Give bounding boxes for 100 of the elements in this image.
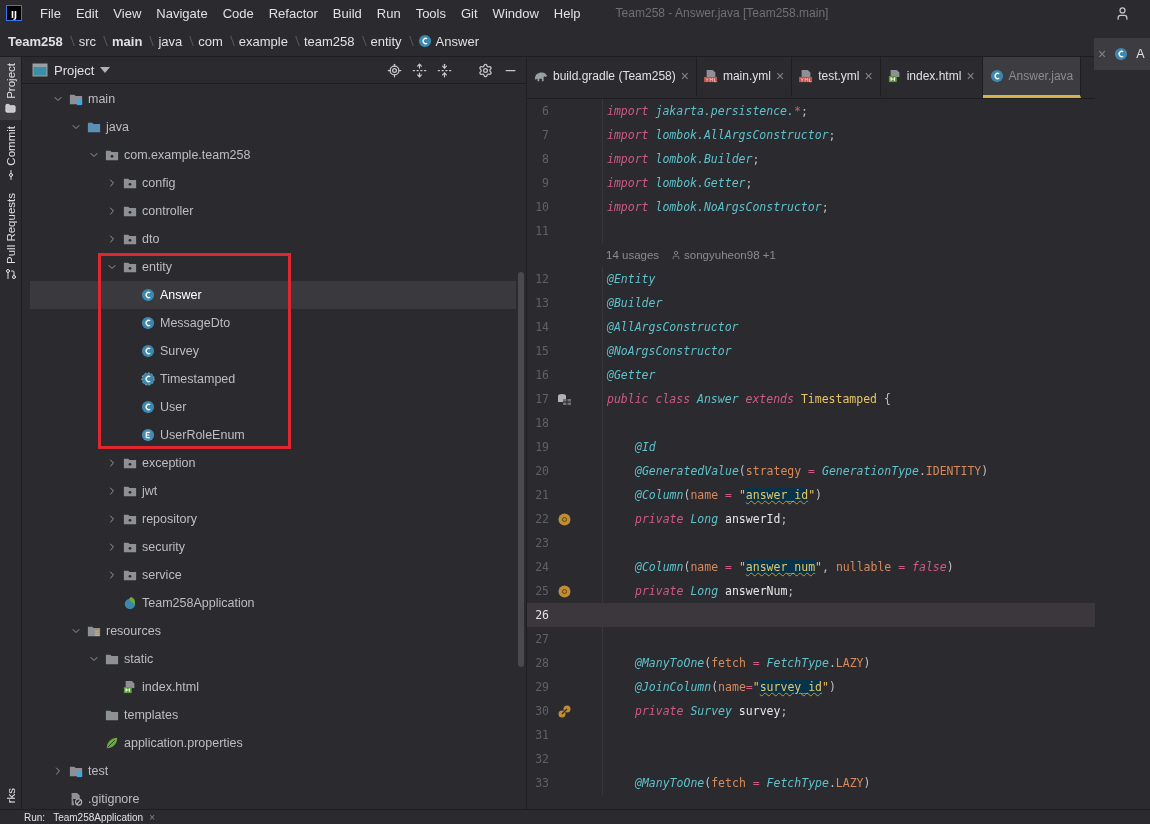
menu-item[interactable]: Run bbox=[376, 5, 410, 21]
tree-item[interactable]: resources bbox=[30, 617, 516, 645]
tree-item[interactable]: service bbox=[30, 561, 516, 589]
tree-item[interactable]: com.example.team258 bbox=[30, 141, 516, 169]
line-number: 17 bbox=[534, 392, 549, 406]
yaml-file-icon bbox=[799, 69, 814, 83]
settings-icon[interactable] bbox=[478, 62, 493, 78]
tree-item[interactable]: entity bbox=[30, 253, 516, 281]
tree-item[interactable]: User bbox=[30, 393, 516, 421]
editor-tab[interactable]: main.yml × bbox=[696, 57, 793, 98]
relation-icon[interactable] bbox=[557, 704, 571, 718]
tree-item[interactable]: MessageDto bbox=[30, 309, 516, 337]
window-title: Team258 - Answer.java [Team258.main] bbox=[615, 6, 829, 20]
tree-item[interactable]: static bbox=[30, 645, 516, 673]
tool-window-tab[interactable]: rks bbox=[0, 781, 21, 809]
editor-tab[interactable]: index.html × bbox=[880, 57, 983, 98]
menu-item[interactable]: Navigate bbox=[156, 5, 217, 21]
bean-icon[interactable] bbox=[557, 584, 571, 598]
breadcrumb-item[interactable]: example bbox=[238, 33, 288, 49]
breadcrumb-item[interactable]: Team258 bbox=[8, 33, 63, 49]
tree-item[interactable]: Answer bbox=[30, 281, 516, 309]
tree-item[interactable]: templates bbox=[30, 701, 516, 729]
tree-item[interactable]: application.properties bbox=[30, 729, 516, 757]
tree-item[interactable]: Timestamped bbox=[30, 365, 516, 393]
scrollbar[interactable] bbox=[518, 272, 524, 667]
tree-item[interactable]: repository bbox=[30, 505, 516, 533]
menu-item[interactable]: View bbox=[113, 5, 151, 21]
breadcrumb-item[interactable]: Answer bbox=[417, 33, 479, 49]
usages-hint[interactable]: 14 usages bbox=[606, 249, 660, 261]
menu-item[interactable]: Edit bbox=[75, 5, 108, 21]
editor-tab[interactable]: × A bbox=[1094, 38, 1150, 70]
code-line: public class Answer extends Timestamped { bbox=[607, 392, 891, 406]
class-icon bbox=[989, 69, 1004, 83]
breadcrumb-item[interactable]: java bbox=[158, 33, 183, 49]
breadcrumb-item[interactable]: entity bbox=[370, 33, 402, 49]
panel-icon bbox=[32, 63, 48, 77]
close-icon[interactable]: × bbox=[775, 68, 785, 84]
database-table-icon[interactable] bbox=[557, 393, 571, 405]
app-logo: IJ bbox=[6, 5, 22, 21]
tool-window-tab[interactable]: Commit bbox=[0, 119, 21, 188]
panel-title[interactable]: Project bbox=[54, 62, 95, 78]
editor-tab[interactable]: test.yml × bbox=[792, 57, 881, 98]
breadcrumb-item[interactable]: team258 bbox=[303, 33, 355, 49]
tree-item[interactable]: security bbox=[30, 533, 516, 561]
code-line: @JoinColumn(name="survey_id") bbox=[634, 680, 836, 694]
close-icon[interactable]: × bbox=[680, 68, 689, 84]
line-number: 32 bbox=[534, 752, 549, 766]
menu-item[interactable]: Window bbox=[492, 5, 548, 21]
tree-item[interactable]: .gitignore bbox=[30, 785, 516, 813]
line-number: 12 bbox=[534, 272, 549, 286]
collapse-all-icon[interactable] bbox=[437, 62, 452, 78]
author-hint[interactable]: songyuheon98 +1 bbox=[671, 249, 776, 261]
tree-item[interactable]: java bbox=[30, 113, 516, 141]
breadcrumb-item[interactable]: src bbox=[78, 33, 97, 49]
tree-item[interactable]: controller bbox=[30, 197, 516, 225]
code-line: private Long answerId; bbox=[634, 512, 788, 526]
close-icon[interactable]: × bbox=[864, 68, 873, 84]
breadcrumb-item[interactable]: main bbox=[112, 33, 143, 49]
locate-icon[interactable] bbox=[387, 62, 402, 78]
line-number: 19 bbox=[534, 440, 549, 454]
editor-tab[interactable]: build.gradle (Team258) × bbox=[527, 57, 697, 98]
tree-item[interactable]: exception bbox=[30, 449, 516, 477]
tree-item[interactable]: Team258Application bbox=[30, 589, 516, 617]
breadcrumb-item[interactable]: com bbox=[198, 33, 223, 49]
class-icon bbox=[141, 344, 155, 358]
package-icon bbox=[123, 456, 137, 470]
menu-item[interactable]: Git bbox=[461, 5, 487, 21]
dropdown-caret-icon[interactable] bbox=[100, 67, 111, 73]
line-number: 14 bbox=[534, 320, 549, 334]
class-icon bbox=[141, 316, 155, 330]
bean-icon[interactable] bbox=[557, 512, 571, 526]
line-number: 30 bbox=[534, 704, 549, 718]
tree-item[interactable]: UserRoleEnum bbox=[30, 421, 516, 449]
run-tab[interactable]: Team258Application × bbox=[53, 811, 156, 823]
menu-item[interactable]: Code bbox=[222, 5, 263, 21]
tool-window-tab[interactable]: Pull Requests bbox=[0, 187, 21, 287]
line-number: 22 bbox=[534, 512, 549, 526]
tree-item[interactable]: config bbox=[30, 169, 516, 197]
menu-item[interactable]: Build bbox=[332, 5, 371, 21]
menu-item[interactable]: Tools bbox=[415, 5, 455, 21]
menu-item[interactable]: File bbox=[40, 5, 70, 21]
close-icon[interactable]: × bbox=[149, 811, 156, 823]
account-icon[interactable] bbox=[1115, 5, 1130, 21]
tool-window-tab[interactable]: Project bbox=[0, 57, 21, 120]
code-line: @AllArgsConstructor bbox=[607, 320, 739, 334]
folder-icon bbox=[87, 120, 101, 134]
close-icon[interactable]: × bbox=[966, 68, 975, 84]
tree-item[interactable]: test bbox=[30, 757, 516, 785]
code-line: private Long answerNum; bbox=[634, 584, 795, 598]
code-line: @Entity bbox=[607, 272, 656, 286]
expand-all-icon[interactable] bbox=[412, 62, 427, 78]
tree-item[interactable]: index.html bbox=[30, 673, 516, 701]
tree-item[interactable]: jwt bbox=[30, 477, 516, 505]
code-line: @ManyToOne(fetch = FetchType.LAZY) bbox=[634, 656, 871, 670]
package-icon bbox=[123, 176, 137, 190]
menu-item[interactable]: Refactor bbox=[268, 5, 327, 21]
tree-item[interactable]: Survey bbox=[30, 337, 516, 365]
tree-item[interactable]: main bbox=[30, 85, 516, 113]
tree-item[interactable]: dto bbox=[30, 225, 516, 253]
menu-item[interactable]: Help bbox=[553, 5, 590, 21]
